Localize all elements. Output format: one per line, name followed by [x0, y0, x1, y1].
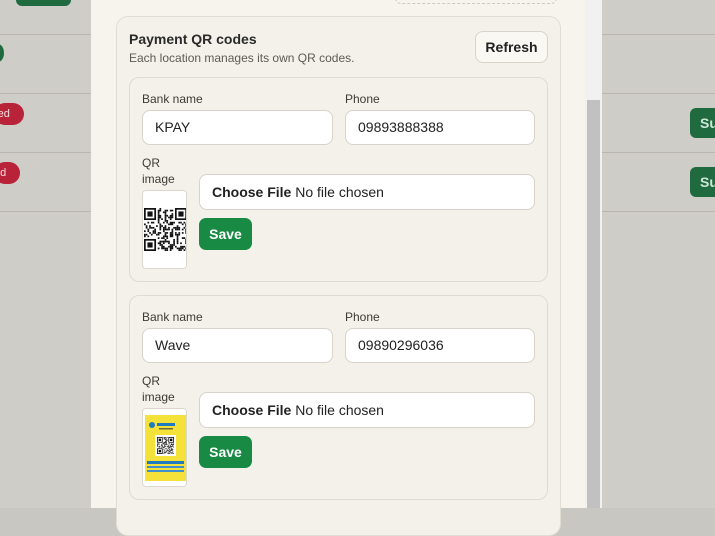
qr-image-preview [142, 408, 187, 487]
qr-image-preview [142, 190, 187, 269]
qr-image-label: QR image [142, 374, 175, 404]
save-button[interactable]: Save [199, 218, 252, 250]
section-title: Payment QR codes [129, 31, 257, 47]
background-action-label: Su [700, 174, 715, 190]
bank-name-label: Bank name [142, 92, 203, 106]
qr-file-input[interactable]: Choose File No file chosen [199, 174, 535, 210]
background-status-text: red [0, 108, 10, 120]
background-action-button: Su [690, 167, 715, 197]
phone-input[interactable]: 09893888388 [345, 110, 535, 145]
choose-file-button[interactable]: Choose File [212, 184, 291, 200]
background-action-label: Su [700, 115, 715, 131]
dashed-dropzone-edge [395, 0, 557, 4]
no-file-text: No file chosen [295, 402, 384, 418]
choose-file-button[interactable]: Choose File [212, 402, 291, 418]
background-status-text: ed [0, 167, 7, 179]
scrollbar-thumb[interactable] [587, 100, 600, 508]
refresh-button[interactable]: Refresh [475, 31, 548, 63]
background-status-badge: red [0, 103, 24, 125]
wave-qr-poster-icon [143, 409, 186, 486]
phone-label: Phone [345, 92, 380, 106]
qr-code-icon [143, 191, 186, 268]
bank-name-label: Bank name [142, 310, 203, 324]
phone-input[interactable]: 09890296036 [345, 328, 535, 363]
qr-file-input[interactable]: Choose File No file chosen [199, 392, 535, 428]
section-subtitle: Each location manages its own QR codes. [129, 51, 355, 65]
bank-name-input[interactable]: KPAY [142, 110, 333, 145]
no-file-text: No file chosen [295, 184, 384, 200]
qr-image-label: QR image [142, 156, 175, 186]
background-top-button [16, 0, 71, 6]
bank-name-input[interactable]: Wave [142, 328, 333, 363]
phone-label: Phone [345, 310, 380, 324]
background-action-button: Su [690, 108, 715, 138]
save-button[interactable]: Save [199, 436, 252, 468]
